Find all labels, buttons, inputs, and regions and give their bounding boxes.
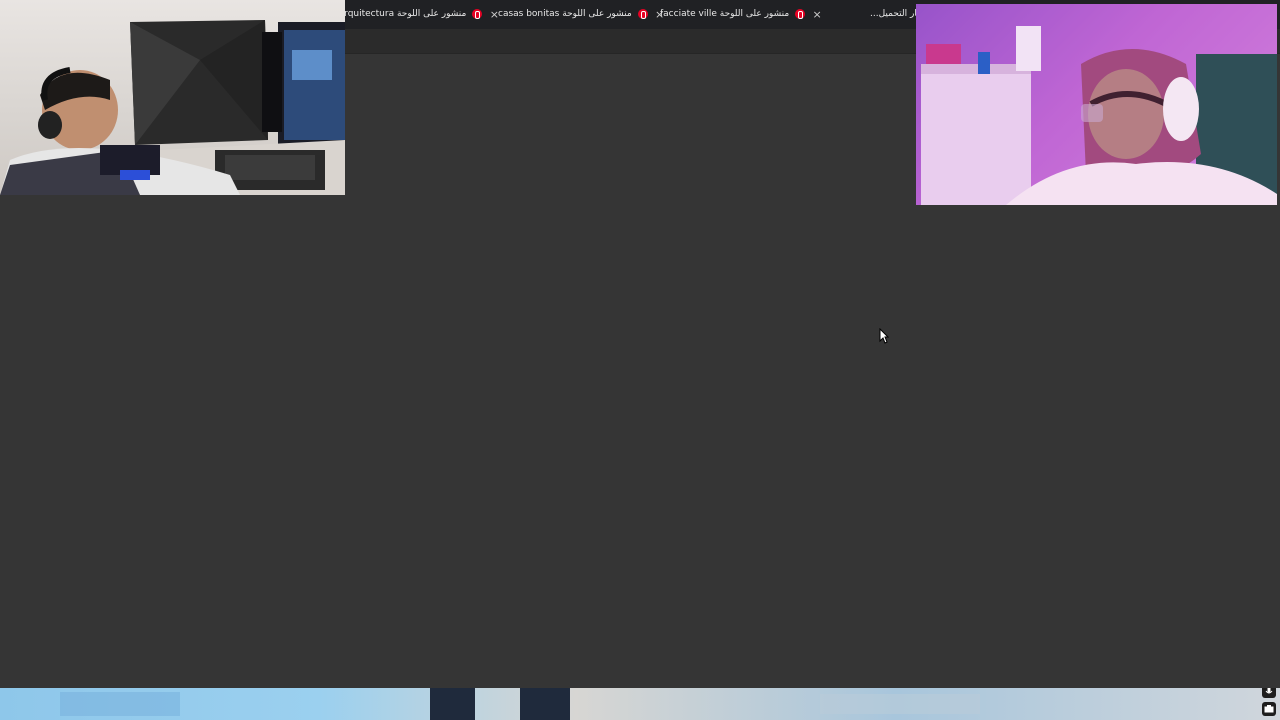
streamer-webcam-image [0, 20, 345, 195]
webcam-overlay-right [916, 4, 1277, 205]
bottom-stream-strip [0, 688, 1280, 720]
pinterest-icon [637, 9, 648, 19]
guest-webcam-image [916, 4, 1277, 205]
mouse-pointer-icon [879, 328, 889, 344]
tab-title: Arquitectura منشور على اللوحة [338, 9, 467, 19]
tab-casas-bonitas[interactable]: casas bonitas منشور على اللوحة × [498, 4, 666, 24]
tab-loading[interactable]: ...جار التحميل [870, 4, 923, 24]
tab-arquitectura[interactable]: Arquitectura منشور على اللوحة × [338, 4, 500, 24]
tab-title: ...جار التحميل [870, 9, 923, 19]
microphone-icon[interactable] [1262, 688, 1276, 698]
pinterest-icon [472, 9, 483, 19]
tab-title: facciate ville منشور على اللوحة [660, 9, 790, 19]
camera-icon[interactable] [1262, 702, 1276, 716]
pinterest-icon [795, 9, 806, 19]
tab-facciate-ville[interactable]: facciate ville منشور على اللوحة × [660, 4, 823, 24]
close-icon[interactable]: × [811, 8, 823, 21]
bottom-background-image [60, 688, 980, 720]
webcam-overlay-left [0, 0, 345, 195]
tab-title: casas bonitas منشور على اللوحة [498, 9, 632, 19]
